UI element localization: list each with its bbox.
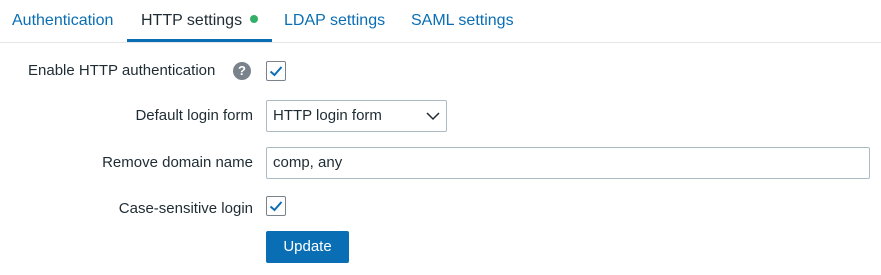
enable-http-auth-label: Enable HTTP authentication — [28, 62, 216, 79]
case-sensitive-login-checkbox[interactable] — [266, 196, 286, 216]
tab-label: HTTP settings — [141, 12, 243, 29]
remove-domain-name-input[interactable]: comp, any — [266, 147, 870, 179]
default-login-form-select[interactable]: HTTP login form — [266, 100, 447, 132]
question-circle-icon[interactable]: ? — [233, 62, 251, 80]
tab-authentication[interactable]: Authentication — [12, 0, 113, 42]
tab-ldap-settings[interactable]: LDAP settings — [284, 0, 385, 42]
tab-bar: Authentication HTTP settings LDAP settin… — [0, 0, 881, 43]
default-login-form-label: Default login form — [135, 107, 253, 124]
case-sensitive-login-label: Case-sensitive login — [118, 200, 253, 217]
enable-http-auth-checkbox[interactable] — [266, 61, 286, 81]
remove-domain-name-label: Remove domain name — [102, 154, 253, 171]
update-button[interactable]: Update — [266, 231, 349, 263]
tab-saml-settings[interactable]: SAML settings — [411, 0, 514, 42]
tab-label: SAML settings — [411, 12, 514, 29]
checkmark-icon — [269, 66, 283, 77]
tab-label: LDAP settings — [284, 12, 386, 29]
tab-http-settings[interactable]: HTTP settings — [127, 0, 273, 42]
status-dot-icon — [250, 14, 259, 23]
select-value: HTTP login form — [273, 107, 382, 124]
checkmark-icon — [269, 201, 283, 212]
tab-label: Authentication — [12, 12, 114, 29]
chevron-down-icon — [426, 112, 440, 121]
